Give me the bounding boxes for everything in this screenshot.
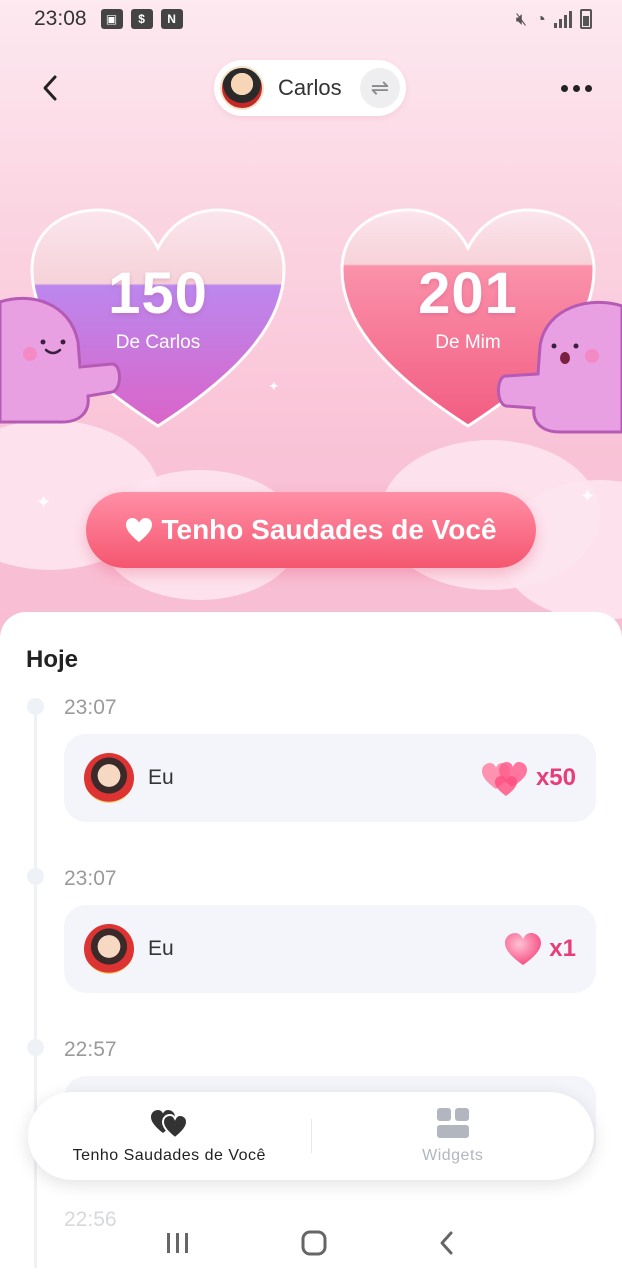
timeline-line bbox=[34, 708, 37, 1268]
swap-button[interactable]: ⇌ bbox=[360, 68, 400, 108]
miss-you-button[interactable]: Tenho Saudades de Você bbox=[86, 492, 536, 568]
nav-tab-label: Widgets bbox=[422, 1147, 484, 1164]
system-navigation-bar bbox=[0, 1206, 622, 1280]
status-time: 23:08 bbox=[34, 7, 87, 30]
gallery-icon: ▣ bbox=[100, 9, 123, 29]
battery-icon bbox=[580, 9, 592, 29]
timeline-dot bbox=[27, 698, 44, 715]
status-bar: 23:08 ▣ $ N 🔇︎ ◔ bbox=[0, 0, 622, 38]
bottom-navigation: Tenho Saudades de Você Widgets bbox=[28, 1092, 594, 1180]
entry-heart-count: x50 bbox=[535, 764, 576, 791]
nav-tab-label: Tenho Saudades de Você bbox=[72, 1147, 266, 1164]
double-heart-icon bbox=[151, 1110, 189, 1139]
partner-selector[interactable]: Carlos ⇌ bbox=[214, 60, 406, 116]
partner-avatar bbox=[220, 66, 264, 110]
top-header: Carlos ⇌ bbox=[0, 58, 622, 118]
left-mascot-illustration bbox=[0, 296, 121, 424]
more-dot bbox=[584, 84, 592, 92]
system-back-button[interactable] bbox=[437, 1230, 457, 1256]
heart-icon bbox=[126, 518, 153, 542]
mute-icon: 🔇︎ bbox=[515, 8, 528, 29]
more-options-button[interactable] bbox=[554, 68, 598, 108]
swap-icon: ⇌ bbox=[370, 75, 390, 100]
miss-you-button-label: Tenho Saudades de Você bbox=[161, 514, 497, 545]
nav-tab-miss-you[interactable]: Tenho Saudades de Você bbox=[28, 1107, 311, 1165]
nav-tab-widgets[interactable]: Widgets bbox=[312, 1107, 595, 1165]
home-button[interactable] bbox=[300, 1229, 328, 1257]
history-entry-card[interactable]: Eu x50 bbox=[64, 734, 596, 822]
entry-time: 22:57 bbox=[64, 1038, 117, 1061]
entry-heart-count: x1 bbox=[549, 935, 576, 962]
widgets-grid-icon bbox=[436, 1108, 469, 1138]
partner-name: Carlos bbox=[278, 75, 342, 100]
back-button[interactable] bbox=[30, 68, 70, 108]
timeline-dot bbox=[27, 868, 44, 885]
more-dot bbox=[560, 84, 568, 92]
chevron-left-icon bbox=[43, 75, 57, 101]
entry-sender-name: Eu bbox=[148, 766, 174, 789]
app-notification-icon: N bbox=[160, 9, 183, 29]
recent-apps-button[interactable] bbox=[165, 1231, 191, 1255]
history-entry-card[interactable]: Eu x1 bbox=[64, 905, 596, 993]
wifi-icon: ◔ bbox=[535, 8, 546, 29]
entry-time: 23:07 bbox=[64, 696, 117, 719]
entry-time: 23:07 bbox=[64, 867, 117, 890]
sparkle-icon: ✦ bbox=[580, 486, 596, 506]
user-avatar bbox=[84, 753, 134, 803]
sparkle-icon: ✦ bbox=[36, 492, 52, 512]
hearts-cluster-icon bbox=[481, 762, 527, 796]
section-title-today: Hoje bbox=[26, 646, 79, 673]
signal-icon bbox=[554, 10, 572, 28]
heart-icon bbox=[505, 933, 542, 965]
right-mascot-illustration bbox=[497, 300, 622, 434]
entry-sender-name: Eu bbox=[148, 937, 174, 960]
user-avatar bbox=[84, 924, 134, 974]
more-dot bbox=[572, 84, 580, 92]
timeline-dot bbox=[27, 1039, 44, 1056]
shop-icon: $ bbox=[130, 9, 153, 29]
